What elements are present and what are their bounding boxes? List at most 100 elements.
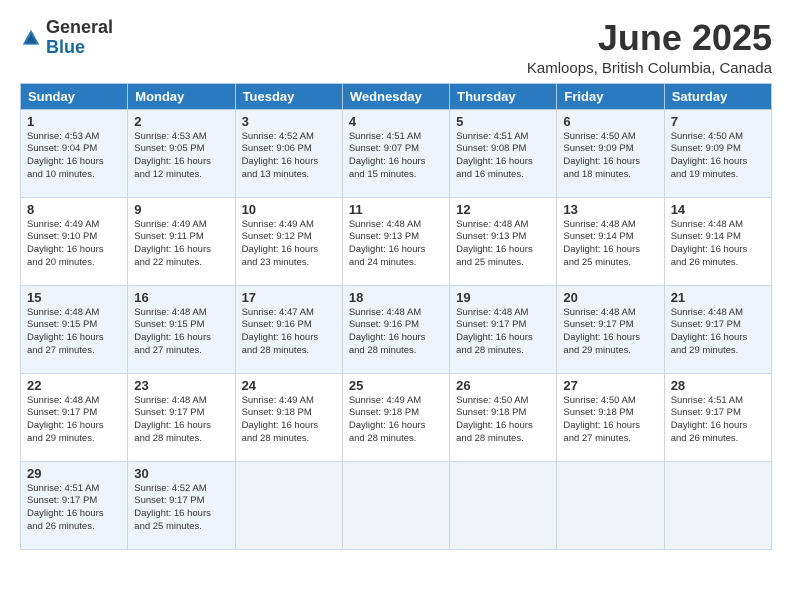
table-cell: 29 Sunrise: 4:51 AMSunset: 9:17 PMDayligh… [21, 461, 128, 549]
location-title: Kamloops, British Columbia, Canada [527, 60, 772, 77]
day-number: 4 [349, 114, 443, 129]
day-info: Sunrise: 4:51 AMSunset: 9:17 PMDaylight:… [27, 483, 121, 534]
table-cell: 10Sunrise: 4:49 AMSunset: 9:12 PMDayligh… [235, 197, 342, 285]
title-block: June 2025 Kamloops, British Columbia, Ca… [527, 18, 772, 77]
day-number: 6 [563, 114, 657, 129]
day-number: 23 [134, 378, 228, 393]
day-info: Sunrise: 4:53 AMSunset: 9:05 PMDaylight:… [134, 131, 228, 182]
table-cell: 13 Sunrise: 4:48 AMSunset: 9:14 PMDayligh… [557, 197, 664, 285]
calendar-week-row: 29 Sunrise: 4:51 AMSunset: 9:17 PMDayligh… [21, 461, 772, 549]
day-number: 25 [349, 378, 443, 393]
col-wednesday: Wednesday [342, 83, 449, 109]
table-cell [342, 461, 449, 549]
day-number: 9 [134, 202, 228, 217]
calendar-week-row: 1Sunrise: 4:53 AMSunset: 9:04 PMDaylight… [21, 109, 772, 197]
calendar-table: Sunday Monday Tuesday Wednesday Thursday… [20, 83, 772, 550]
day-number: 12 [456, 202, 550, 217]
table-cell: 25 Sunrise: 4:49 AMSunset: 9:18 PMDayligh… [342, 373, 449, 461]
table-cell: 2Sunrise: 4:53 AMSunset: 9:05 PMDaylight… [128, 109, 235, 197]
month-title: June 2025 [527, 18, 772, 58]
day-info: Sunrise: 4:50 AMSunset: 9:09 PMDaylight:… [563, 131, 657, 182]
col-sunday: Sunday [21, 83, 128, 109]
table-cell [235, 461, 342, 549]
day-info: Sunrise: 4:52 AMSunset: 9:06 PMDaylight:… [242, 131, 336, 182]
table-cell: 26 Sunrise: 4:50 AMSunset: 9:18 PMDayligh… [450, 373, 557, 461]
calendar-week-row: 22 Sunrise: 4:48 AMSunset: 9:17 PMDayligh… [21, 373, 772, 461]
day-info: Sunrise: 4:48 AMSunset: 9:15 PMDaylight:… [27, 307, 121, 358]
day-info: Sunrise: 4:51 AMSunset: 9:08 PMDaylight:… [456, 131, 550, 182]
day-info: Sunrise: 4:51 AMSunset: 9:17 PMDaylight:… [671, 395, 765, 446]
table-cell: 18 Sunrise: 4:48 AMSunset: 9:16 PMDayligh… [342, 285, 449, 373]
table-cell: 4 Sunrise: 4:51 AMSunset: 9:07 PMDaylight… [342, 109, 449, 197]
logo: General Blue [20, 18, 113, 58]
day-number: 1 [27, 114, 121, 129]
day-info: Sunrise: 4:47 AMSunset: 9:16 PMDaylight:… [242, 307, 336, 358]
header: General Blue June 2025 Kamloops, British… [20, 18, 772, 77]
table-cell: 9 Sunrise: 4:49 AMSunset: 9:11 PMDaylight… [128, 197, 235, 285]
day-number: 18 [349, 290, 443, 305]
day-number: 15 [27, 290, 121, 305]
calendar-body: 1Sunrise: 4:53 AMSunset: 9:04 PMDaylight… [21, 109, 772, 549]
day-info: Sunrise: 4:50 AMSunset: 9:09 PMDaylight:… [671, 131, 765, 182]
page: General Blue June 2025 Kamloops, British… [0, 0, 792, 560]
day-number: 17 [242, 290, 336, 305]
day-info: Sunrise: 4:48 AMSunset: 9:13 PMDaylight:… [349, 219, 443, 270]
calendar-week-row: 8Sunrise: 4:49 AMSunset: 9:10 PMDaylight… [21, 197, 772, 285]
calendar-header-row: Sunday Monday Tuesday Wednesday Thursday… [21, 83, 772, 109]
day-info: Sunrise: 4:49 AMSunset: 9:18 PMDaylight:… [349, 395, 443, 446]
calendar-week-row: 15 Sunrise: 4:48 AMSunset: 9:15 PMDayligh… [21, 285, 772, 373]
day-info: Sunrise: 4:48 AMSunset: 9:17 PMDaylight:… [134, 395, 228, 446]
col-thursday: Thursday [450, 83, 557, 109]
day-info: Sunrise: 4:49 AMSunset: 9:11 PMDaylight:… [134, 219, 228, 270]
day-number: 29 [27, 466, 121, 481]
table-cell: 16Sunrise: 4:48 AMSunset: 9:15 PMDayligh… [128, 285, 235, 373]
col-saturday: Saturday [664, 83, 771, 109]
day-number: 5 [456, 114, 550, 129]
day-info: Sunrise: 4:48 AMSunset: 9:17 PMDaylight:… [456, 307, 550, 358]
table-cell: 20Sunrise: 4:48 AMSunset: 9:17 PMDayligh… [557, 285, 664, 373]
logo-general: General [46, 18, 113, 38]
day-number: 24 [242, 378, 336, 393]
table-cell: 24Sunrise: 4:49 AMSunset: 9:18 PMDayligh… [235, 373, 342, 461]
day-number: 30 [134, 466, 228, 481]
table-cell [557, 461, 664, 549]
day-number: 13 [563, 202, 657, 217]
day-number: 27 [563, 378, 657, 393]
day-number: 19 [456, 290, 550, 305]
day-number: 26 [456, 378, 550, 393]
table-cell: 8Sunrise: 4:49 AMSunset: 9:10 PMDaylight… [21, 197, 128, 285]
day-number: 14 [671, 202, 765, 217]
table-cell: 12 Sunrise: 4:48 AMSunset: 9:13 PMDayligh… [450, 197, 557, 285]
day-info: Sunrise: 4:48 AMSunset: 9:15 PMDaylight:… [134, 307, 228, 358]
table-cell: 3 Sunrise: 4:52 AMSunset: 9:06 PMDaylight… [235, 109, 342, 197]
table-cell [450, 461, 557, 549]
day-info: Sunrise: 4:50 AMSunset: 9:18 PMDaylight:… [456, 395, 550, 446]
day-number: 3 [242, 114, 336, 129]
col-monday: Monday [128, 83, 235, 109]
day-number: 7 [671, 114, 765, 129]
col-tuesday: Tuesday [235, 83, 342, 109]
day-number: 11 [349, 202, 443, 217]
table-cell: 11 Sunrise: 4:48 AMSunset: 9:13 PMDayligh… [342, 197, 449, 285]
day-info: Sunrise: 4:49 AMSunset: 9:10 PMDaylight:… [27, 219, 121, 270]
day-info: Sunrise: 4:51 AMSunset: 9:07 PMDaylight:… [349, 131, 443, 182]
day-number: 28 [671, 378, 765, 393]
day-info: Sunrise: 4:48 AMSunset: 9:13 PMDaylight:… [456, 219, 550, 270]
table-cell: 7 Sunrise: 4:50 AMSunset: 9:09 PMDaylight… [664, 109, 771, 197]
day-info: Sunrise: 4:48 AMSunset: 9:17 PMDaylight:… [671, 307, 765, 358]
day-info: Sunrise: 4:52 AMSunset: 9:17 PMDaylight:… [134, 483, 228, 534]
day-info: Sunrise: 4:48 AMSunset: 9:17 PMDaylight:… [27, 395, 121, 446]
day-info: Sunrise: 4:48 AMSunset: 9:16 PMDaylight:… [349, 307, 443, 358]
day-number: 20 [563, 290, 657, 305]
table-cell: 17 Sunrise: 4:47 AMSunset: 9:16 PMDayligh… [235, 285, 342, 373]
logo-text: General Blue [46, 18, 113, 58]
table-cell: 14Sunrise: 4:48 AMSunset: 9:14 PMDayligh… [664, 197, 771, 285]
table-cell: 6 Sunrise: 4:50 AMSunset: 9:09 PMDaylight… [557, 109, 664, 197]
day-info: Sunrise: 4:48 AMSunset: 9:14 PMDaylight:… [563, 219, 657, 270]
table-cell: 19 Sunrise: 4:48 AMSunset: 9:17 PMDayligh… [450, 285, 557, 373]
logo-blue: Blue [46, 38, 113, 58]
table-cell: 1Sunrise: 4:53 AMSunset: 9:04 PMDaylight… [21, 109, 128, 197]
table-cell: 28 Sunrise: 4:51 AMSunset: 9:17 PMDayligh… [664, 373, 771, 461]
day-info: Sunrise: 4:49 AMSunset: 9:12 PMDaylight:… [242, 219, 336, 270]
day-number: 22 [27, 378, 121, 393]
